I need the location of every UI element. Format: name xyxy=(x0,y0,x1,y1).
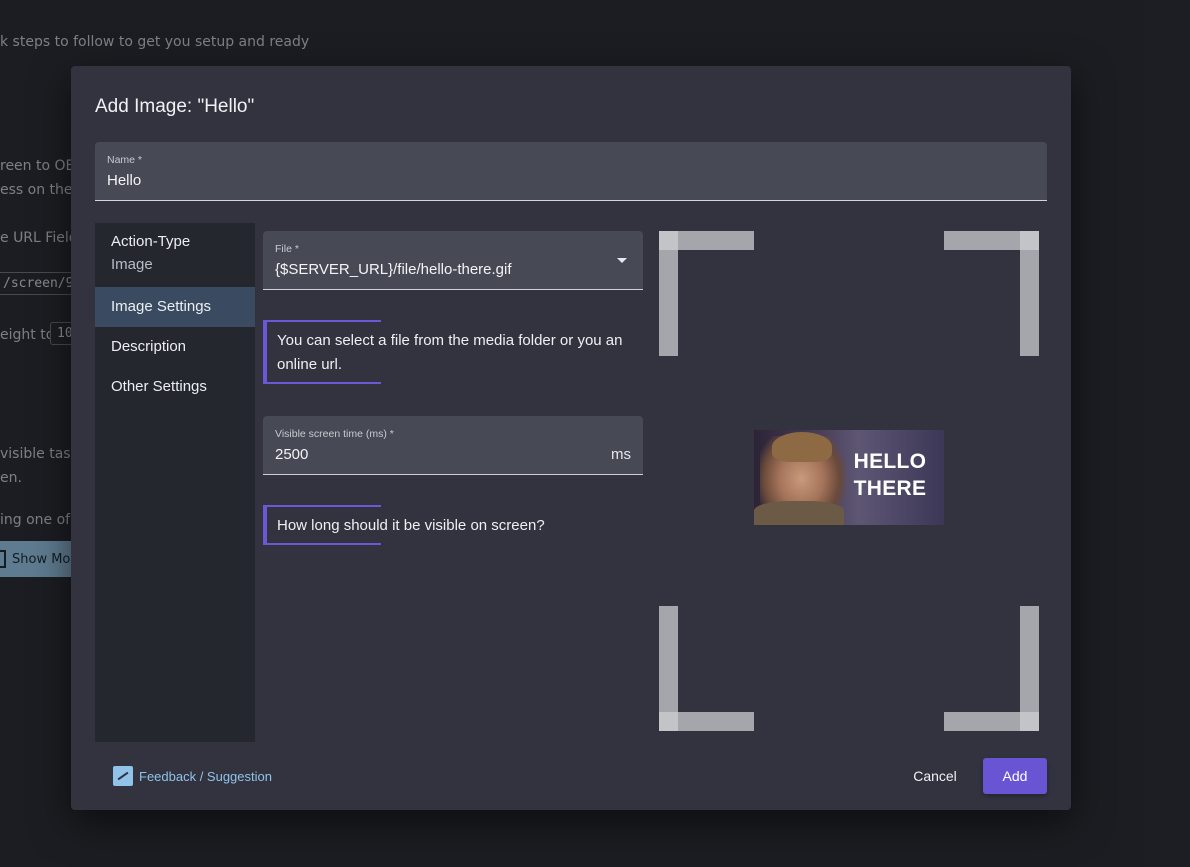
nav-item-description[interactable]: Description xyxy=(95,327,255,367)
hello-there-image: HELLO THERE xyxy=(754,430,944,525)
file-select[interactable]: File * {$SERVER_URL}/file/hello-there.gi… xyxy=(263,231,643,290)
file-hint-text: You can select a file from the media fol… xyxy=(277,332,623,373)
time-suffix: ms xyxy=(611,446,631,463)
image-caption-line1: HELLO xyxy=(853,450,927,473)
nav-item-action-type[interactable]: Action-Type Image xyxy=(95,233,255,273)
cancel-button[interactable]: Cancel xyxy=(907,758,963,794)
frame-corner-tl-joint xyxy=(659,231,678,250)
frame-corner-bl-joint xyxy=(659,712,678,731)
time-field-label: Visible screen time (ms) * xyxy=(275,428,394,440)
image-hair xyxy=(772,432,832,462)
file-field-label: File * xyxy=(275,243,299,255)
frame-corner-br-joint xyxy=(1020,712,1039,731)
file-value[interactable]: {$SERVER_URL}/file/hello-there.gif xyxy=(275,261,512,278)
image-caption-line2: THERE xyxy=(853,477,927,500)
dialog-title: Add Image: "Hello" xyxy=(95,96,255,117)
image-robe xyxy=(754,501,844,525)
time-input[interactable]: 2500 xyxy=(275,446,308,463)
name-field[interactable]: Name * Hello xyxy=(95,142,1047,201)
image-preview-frame: HELLO THERE xyxy=(659,231,1039,731)
name-field-label: Name * xyxy=(107,154,143,166)
feedback-link[interactable]: Feedback / Suggestion xyxy=(113,766,272,786)
frame-corner-tr-joint xyxy=(1020,231,1039,250)
feedback-pen-icon xyxy=(113,766,133,786)
name-input[interactable]: Hello xyxy=(107,172,141,189)
chevron-down-icon[interactable] xyxy=(617,258,627,263)
action-type-label: Action-Type xyxy=(111,233,191,250)
add-button[interactable]: Add xyxy=(983,758,1047,794)
visible-time-field[interactable]: Visible screen time (ms) * 2500 ms xyxy=(263,416,643,475)
nav-item-image-settings[interactable]: Image Settings xyxy=(95,287,255,327)
settings-sidenav: Action-Type Image Image Settings Descrip… xyxy=(95,223,255,742)
add-image-dialog: Add Image: "Hello" Name * Hello Action-T… xyxy=(71,66,1071,810)
time-hint-text: How long should it be visible on screen? xyxy=(277,517,545,534)
feedback-label: Feedback / Suggestion xyxy=(139,768,272,784)
action-type-value: Image xyxy=(111,256,153,273)
nav-item-other-settings[interactable]: Other Settings xyxy=(95,367,255,407)
